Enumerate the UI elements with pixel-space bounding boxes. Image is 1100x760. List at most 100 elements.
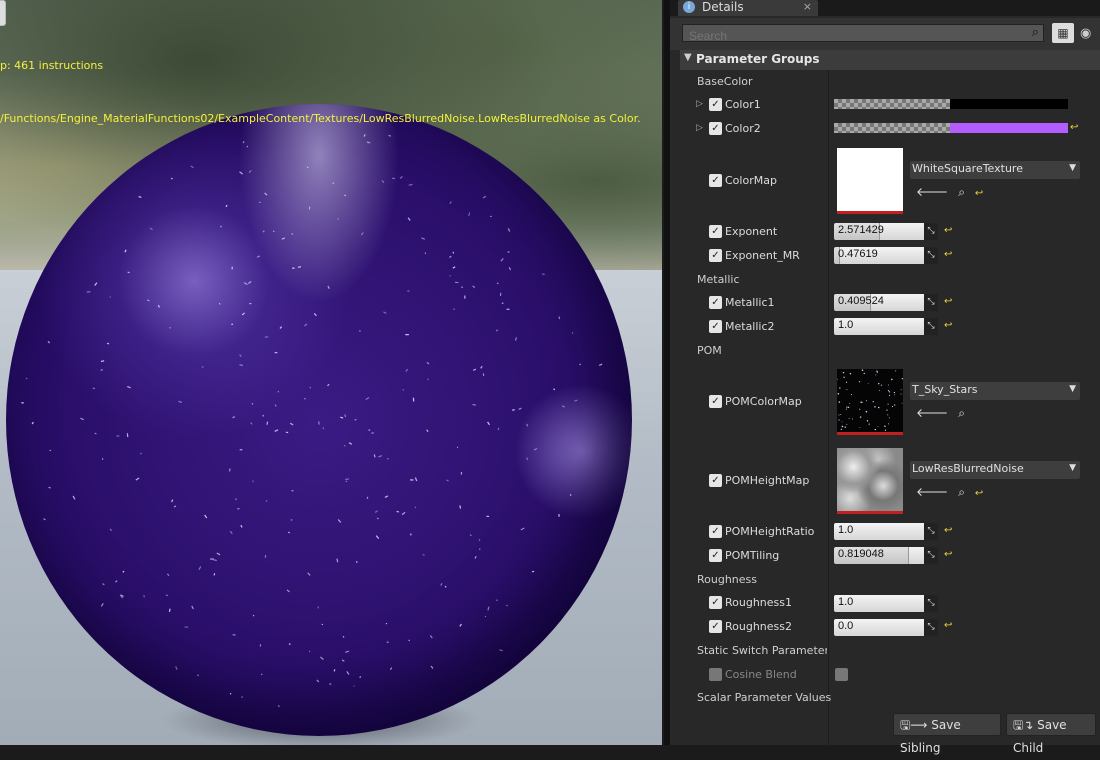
roughness2-checkbox[interactable]: ✓ [709, 620, 722, 633]
texture-warning-text: /Functions/Engine_MaterialFunctions02/Ex… [0, 112, 641, 125]
reset-to-default-icon[interactable]: ↩ [944, 249, 952, 260]
star [846, 389, 847, 390]
reset-to-default-icon[interactable]: ↩ [944, 620, 952, 631]
drag-handle-icon[interactable]: ⤡ [924, 523, 938, 540]
save-sibling-button[interactable]: 🖫⟶ Save Sibling [893, 713, 1001, 736]
search-box[interactable]: ⌕ [682, 24, 1044, 42]
browse-icon[interactable]: ⌕ [958, 185, 965, 199]
material-preview-viewport[interactable]: p: 461 instructions /Functions/Engine_Ma… [0, 0, 662, 745]
section-basecolor[interactable]: BaseColor [697, 75, 753, 88]
drag-handle-icon[interactable]: ⤡ [924, 595, 938, 612]
section-static-switch[interactable]: Static Switch Parameter V [697, 644, 827, 657]
reset-to-default-icon[interactable]: ↩ [944, 549, 952, 560]
pomcolormap-asset-picker[interactable]: T_Sky_Stars ▼ [910, 382, 1080, 400]
star [894, 392, 895, 393]
eye-icon[interactable]: ◉ [1080, 26, 1091, 41]
metallic1-input[interactable]: 0.409524 ⤡ [834, 294, 938, 311]
pomtiling-checkbox[interactable]: ✓ [709, 549, 722, 562]
star [846, 409, 847, 410]
color2-checkbox[interactable]: ✓ [709, 122, 722, 135]
cosine-blend-override-checkbox[interactable] [709, 668, 722, 681]
pomcolormap-thumbnail[interactable] [837, 369, 903, 435]
roughness1-checkbox[interactable]: ✓ [709, 596, 722, 609]
roughness1-input[interactable]: 1.0 ⤡ [834, 595, 938, 612]
use-selected-arrow-icon[interactable]: 🡐 [916, 406, 948, 420]
star [881, 385, 882, 386]
star [848, 407, 849, 408]
star [842, 426, 844, 428]
star [886, 409, 887, 410]
metallic2-input[interactable]: 1.0 ⤡ [834, 318, 938, 335]
colormap-asset-picker[interactable]: WhiteSquareTexture ▼ [910, 161, 1080, 179]
color2-swatch[interactable] [834, 123, 1068, 133]
dropdown-arrow-icon: ▼ [1069, 463, 1076, 473]
star [895, 370, 896, 371]
pomcolormap-checkbox[interactable]: ✓ [709, 395, 722, 408]
star [837, 379, 838, 380]
reset-to-default-icon[interactable]: ↩ [944, 525, 952, 536]
save-icon: 🖫⟶ [900, 718, 927, 732]
drag-handle-icon[interactable]: ⤡ [924, 619, 938, 636]
use-selected-arrow-icon[interactable]: 🡐 [916, 185, 948, 199]
exponent-input[interactable]: 2.571429 ⤡ [834, 223, 938, 240]
pomheightmap-thumbnail[interactable] [837, 448, 903, 514]
close-icon[interactable]: × [803, 0, 812, 13]
pomheightmap-asset-picker[interactable]: LowResBlurredNoise ▼ [910, 461, 1080, 479]
expand-arrow-icon[interactable]: ▷ [696, 123, 703, 133]
drag-handle-icon[interactable]: ⤡ [924, 247, 938, 264]
reset-to-default-icon[interactable]: ↩ [975, 488, 983, 499]
parameter-groups-header[interactable]: ▼ Parameter Groups [680, 50, 1100, 70]
reset-to-default-icon[interactable]: ↩ [944, 320, 952, 331]
pomtiling-input[interactable]: 0.819048 ⤡ [834, 547, 938, 564]
pomheightmap-asset-name: LowResBlurredNoise [912, 462, 1024, 475]
expand-arrow-icon[interactable]: ▷ [696, 99, 703, 109]
reset-to-default-icon[interactable]: ↩ [1070, 122, 1078, 133]
browse-icon[interactable]: ⌕ [958, 406, 965, 420]
pomheightratio-checkbox[interactable]: ✓ [709, 525, 722, 538]
star [901, 394, 902, 395]
metallic2-label: Metallic2 [725, 320, 775, 333]
column-divider[interactable] [828, 70, 829, 745]
reset-to-default-icon[interactable]: ↩ [944, 296, 952, 307]
exponent-checkbox[interactable]: ✓ [709, 225, 722, 238]
dropdown-arrow-icon: ▼ [1069, 163, 1076, 173]
color1-checkbox[interactable]: ✓ [709, 98, 722, 111]
color1-swatch[interactable] [834, 99, 1068, 109]
tab-details[interactable]: i Details × [678, 0, 818, 16]
section-scalar-values[interactable]: Scalar Parameter Values [697, 691, 831, 704]
section-pom[interactable]: POM [697, 344, 722, 357]
pomheightratio-input[interactable]: 1.0 ⤡ [834, 523, 938, 540]
reset-to-default-icon[interactable]: ↩ [975, 188, 983, 199]
search-row: ⌕ ▦ ◉ [670, 18, 1100, 50]
roughness2-input[interactable]: 0.0 ⤡ [834, 619, 938, 636]
exponent-mr-input[interactable]: 0.47619 ⤡ [834, 247, 938, 264]
use-selected-arrow-icon[interactable]: 🡐 [916, 485, 948, 499]
drag-handle-icon[interactable]: ⤡ [924, 547, 938, 564]
star [891, 379, 893, 381]
section-roughness[interactable]: Roughness [697, 573, 757, 586]
star [849, 403, 850, 404]
star [874, 406, 875, 407]
drag-handle-icon[interactable]: ⤡ [924, 318, 938, 335]
drag-handle-icon[interactable]: ⤡ [924, 294, 938, 311]
viewport-toolbar-button[interactable] [0, 0, 6, 26]
colormap-thumbnail[interactable] [837, 148, 903, 214]
reset-to-default-icon[interactable]: ↩ [944, 225, 952, 236]
roughness1-value: 1.0 [838, 596, 853, 608]
metallic2-checkbox[interactable]: ✓ [709, 320, 722, 333]
pomheightmap-checkbox[interactable]: ✓ [709, 474, 722, 487]
cosine-blend-value-checkbox[interactable] [835, 668, 848, 681]
section-metallic[interactable]: Metallic [697, 273, 740, 286]
property-matrix-button[interactable]: ▦ [1052, 23, 1074, 43]
star [846, 382, 847, 383]
browse-icon[interactable]: ⌕ [958, 485, 965, 499]
metallic1-checkbox[interactable]: ✓ [709, 296, 722, 309]
asset-tools: 🡐⌕ [916, 405, 975, 421]
save-child-button[interactable]: 🖫↴ Save Child [1006, 713, 1096, 736]
exponent-mr-checkbox[interactable]: ✓ [709, 249, 722, 262]
drag-handle-icon[interactable]: ⤡ [924, 223, 938, 240]
search-input[interactable] [683, 28, 1029, 44]
star [859, 381, 860, 382]
colormap-checkbox[interactable]: ✓ [709, 174, 722, 187]
exponent-mr-label: Exponent_MR [725, 249, 800, 262]
